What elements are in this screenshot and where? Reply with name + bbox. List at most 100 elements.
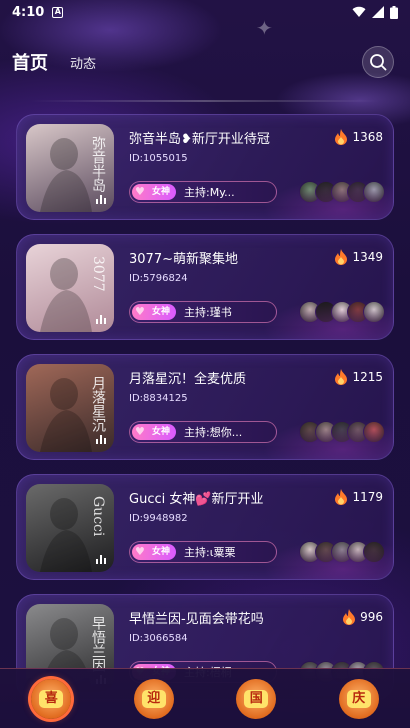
room-id: ID:3066584 xyxy=(129,633,188,644)
room-id: ID:8834125 xyxy=(129,393,188,404)
host-name: 主持:瑾书 xyxy=(184,306,232,319)
tab-guo[interactable]: 国 xyxy=(236,678,277,719)
goddess-tag-label: 女神 xyxy=(152,427,171,437)
avatar xyxy=(331,421,353,443)
avatar xyxy=(315,301,337,323)
room-id: ID:1055015 xyxy=(129,153,188,164)
tab-qing[interactable]: 庆 xyxy=(338,678,379,719)
goddess-tag: ♥ 女神 xyxy=(132,184,177,200)
room-cover-text: 早悟兰因 xyxy=(90,616,106,672)
audience-avatars xyxy=(299,421,385,443)
room-heat-value: 1368 xyxy=(352,130,383,144)
avatar xyxy=(347,181,369,203)
avatar xyxy=(363,541,385,563)
audience-avatars xyxy=(299,181,385,203)
room-card[interactable]: Gucci Gucci 女神💕新厅开业 1179 ID:9948982 ♥ 女神… xyxy=(16,474,394,580)
top-nav: 首页 动态 xyxy=(10,44,394,80)
tab-qing-label: 庆 xyxy=(346,689,371,708)
host-badge: ♥ 女神 主持:ι粟栗 xyxy=(129,541,277,563)
heart-icon: ♥ xyxy=(135,305,145,318)
bottom-tab-bar: 喜 迎 国 庆 xyxy=(0,668,410,728)
goddess-tag-label: 女神 xyxy=(152,187,171,197)
room-title: Gucci 女神💕新厅开业 xyxy=(129,491,264,507)
heart-icon: ♥ xyxy=(135,425,145,438)
goddess-tag: ♥ 女神 xyxy=(132,544,177,560)
room-cover-image: 月落星沉 xyxy=(26,364,114,452)
status-bar: 4:10 A xyxy=(0,0,410,24)
room-heat-value: 1349 xyxy=(352,250,383,264)
avatar xyxy=(347,301,369,323)
avatar xyxy=(299,301,321,323)
avatar xyxy=(315,541,337,563)
avatar xyxy=(331,541,353,563)
goddess-tag-label: 女神 xyxy=(152,307,171,317)
avatar xyxy=(315,181,337,203)
header-divider xyxy=(30,100,380,102)
wifi-icon xyxy=(352,6,366,18)
tab-guo-label: 国 xyxy=(244,689,269,708)
room-card[interactable]: 3077 3077~萌新聚集地 1349 ID:5796824 ♥ 女神 主持:… xyxy=(16,234,394,340)
room-id: ID:5796824 xyxy=(129,273,188,284)
room-cover-text: Gucci xyxy=(90,496,106,537)
avatar xyxy=(331,301,353,323)
avatar xyxy=(315,421,337,443)
room-cover-image: 弥音半岛 xyxy=(26,124,114,212)
flame-icon xyxy=(335,129,348,145)
room-title: 弥音半岛❥新厅开业待冠 xyxy=(129,131,270,147)
room-cover-text: 月落星沉 xyxy=(90,376,106,432)
room-id: ID:9948982 xyxy=(129,513,188,524)
host-badge: ♥ 女神 主持:瑾书 xyxy=(129,301,277,323)
audio-playing-icon xyxy=(96,315,106,324)
room-heat: 996 xyxy=(342,609,383,625)
room-title: 3077~萌新聚集地 xyxy=(129,251,238,267)
tab-ying-label: 迎 xyxy=(141,689,166,708)
room-cover-image: 3077 xyxy=(26,244,114,332)
tab-ying[interactable]: 迎 xyxy=(133,678,174,719)
notification-icon: A xyxy=(52,6,64,18)
tab-xi-label: 喜 xyxy=(39,689,64,708)
goddess-tag: ♥ 女神 xyxy=(132,304,177,320)
flame-icon xyxy=(343,609,356,625)
room-title: 早悟兰因-见面会带花吗 xyxy=(129,611,264,627)
room-heat-value: 996 xyxy=(360,610,383,624)
room-heat: 1349 xyxy=(334,249,383,265)
host-badge: ♥ 女神 主持:想你... xyxy=(129,421,277,443)
heart-icon: ♥ xyxy=(135,545,145,558)
host-name: 主持:想你... xyxy=(184,426,243,439)
host-badge: ♥ 女神 主持:My... xyxy=(129,181,277,203)
room-heat: 1215 xyxy=(334,369,383,385)
search-button[interactable] xyxy=(362,46,394,78)
battery-icon xyxy=(390,5,398,19)
room-heat: 1368 xyxy=(334,129,383,145)
room-cover-text: 弥音半岛 xyxy=(90,136,106,192)
signal-icon xyxy=(372,6,384,18)
avatar xyxy=(331,181,353,203)
audio-playing-icon xyxy=(96,195,106,204)
avatar xyxy=(299,541,321,563)
avatar xyxy=(299,181,321,203)
flame-icon xyxy=(335,249,348,265)
search-icon xyxy=(370,54,387,71)
room-title: 月落星沉！全麦优质 xyxy=(129,371,247,387)
room-heat: 1179 xyxy=(334,489,383,505)
host-name: 主持:My... xyxy=(184,186,235,199)
audio-playing-icon xyxy=(96,555,106,564)
room-card[interactable]: 月落星沉 月落星沉！全麦优质 1215 ID:8834125 ♥ 女神 主持:想… xyxy=(16,354,394,460)
room-cover-text: 3077 xyxy=(90,256,106,292)
tab-home[interactable]: 首页 xyxy=(10,49,48,75)
tab-xi[interactable]: 喜 xyxy=(31,678,72,719)
audience-avatars xyxy=(299,541,385,563)
room-cover-image: Gucci xyxy=(26,484,114,572)
room-heat-value: 1215 xyxy=(352,370,383,384)
avatar xyxy=(347,541,369,563)
avatar xyxy=(363,421,385,443)
goddess-tag: ♥ 女神 xyxy=(132,424,177,440)
audio-playing-icon xyxy=(96,435,106,444)
flame-icon xyxy=(335,489,348,505)
goddess-tag-label: 女神 xyxy=(152,547,171,557)
tab-dynamic[interactable]: 动态 xyxy=(70,53,96,72)
audience-avatars xyxy=(299,301,385,323)
sparkle-icon: ✦ xyxy=(256,16,273,40)
status-time: 4:10 xyxy=(12,4,45,20)
room-card[interactable]: 弥音半岛 弥音半岛❥新厅开业待冠 1368 ID:1055015 ♥ 女神 主持… xyxy=(16,114,394,220)
